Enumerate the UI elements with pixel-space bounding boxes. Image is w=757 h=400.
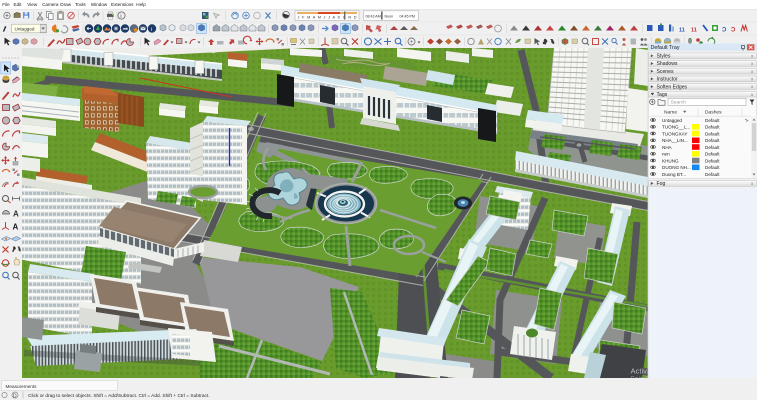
svg-text:i: i xyxy=(120,13,121,20)
svg-text:Default: Default xyxy=(705,158,720,163)
svg-text:TUONGXAY: TUONGXAY xyxy=(662,131,687,136)
svg-text:Default: Default xyxy=(705,125,720,130)
svg-text:D: D xyxy=(13,393,17,399)
svg-text:J F M A M J J A S O N D: J F M A M J J A S O N D xyxy=(298,15,357,19)
svg-text:Search: Search xyxy=(671,100,687,106)
svg-text:Draw: Draw xyxy=(60,2,71,7)
svg-text:08:43 AM: 08:43 AM xyxy=(366,15,381,19)
svg-text:Untagged: Untagged xyxy=(662,118,682,123)
svg-text:Noon: Noon xyxy=(385,15,394,19)
svg-text:Default: Default xyxy=(705,165,720,170)
svg-text:11: 11 xyxy=(691,28,697,34)
svg-text:Shadows: Shadows xyxy=(657,61,678,67)
svg-text:Edit: Edit xyxy=(14,2,23,7)
svg-text:Click or drag to select object: Click or drag to select objects. Shift =… xyxy=(28,393,210,399)
svg-text:Default: Default xyxy=(705,118,720,123)
svg-text:File: File xyxy=(2,2,10,7)
svg-text:Measurements: Measurements xyxy=(6,384,38,389)
svg-text:View: View xyxy=(27,2,38,7)
svg-text:nen: nen xyxy=(662,152,670,157)
svg-text:Extensions: Extensions xyxy=(111,2,134,7)
svg-text:Scenes: Scenes xyxy=(657,69,674,75)
svg-text:TUONG__L...: TUONG__L... xyxy=(662,125,690,130)
svg-text:i: i xyxy=(151,27,152,33)
svg-text:Default: Default xyxy=(705,172,720,177)
svg-text:KHUNG: KHUNG xyxy=(662,158,679,163)
svg-text:Soften Edges: Soften Edges xyxy=(657,84,688,90)
svg-text:04:45 PM: 04:45 PM xyxy=(400,15,415,19)
svg-text:DUONG NH...: DUONG NH... xyxy=(662,165,691,170)
svg-text:Default: Default xyxy=(705,138,720,143)
svg-text:Instructor: Instructor xyxy=(657,77,679,83)
svg-text:Ɔ: Ɔ xyxy=(731,28,736,34)
svg-text:A: A xyxy=(13,223,19,232)
svg-text:Fog: Fog xyxy=(657,181,666,187)
svg-text:NHA__LIN...: NHA__LIN... xyxy=(662,138,688,143)
svg-text:Untagged: Untagged xyxy=(15,26,35,31)
svg-text:Styles: Styles xyxy=(657,54,671,60)
svg-text:Window: Window xyxy=(91,2,108,7)
svg-text:Dashes: Dashes xyxy=(705,110,722,116)
svg-text:Tools: Tools xyxy=(75,2,86,7)
svg-text:Default: Default xyxy=(705,131,720,136)
svg-text:NHA: NHA xyxy=(662,145,673,150)
svg-text:Name: Name xyxy=(664,110,677,116)
svg-text:Ɔ: Ɔ xyxy=(722,28,727,34)
svg-text:A: A xyxy=(13,210,19,219)
svg-text:Default: Default xyxy=(705,152,720,157)
svg-text:Duong BT...: Duong BT... xyxy=(662,172,686,177)
svg-text:Help: Help xyxy=(136,2,146,7)
svg-text:11: 11 xyxy=(679,28,685,34)
svg-text:Default: Default xyxy=(705,145,720,150)
svg-text:Default Tray: Default Tray xyxy=(651,45,680,51)
svg-text:Camera: Camera xyxy=(42,2,59,7)
